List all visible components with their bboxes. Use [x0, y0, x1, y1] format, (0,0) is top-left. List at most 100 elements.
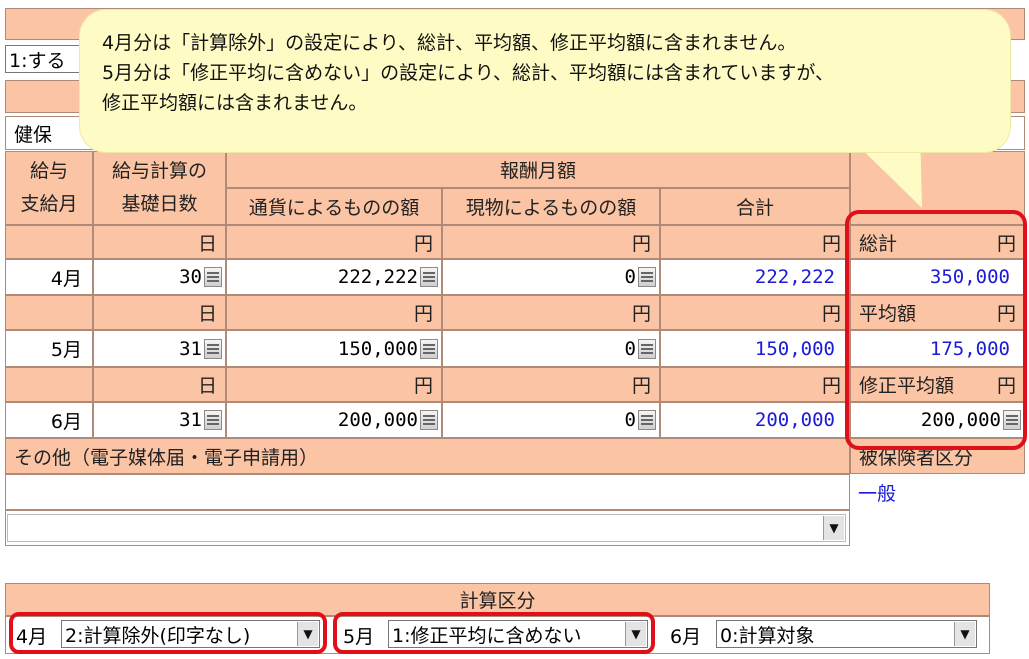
calculator-icon[interactable] — [420, 338, 438, 359]
other-label: その他（電子媒体届・電子申請用） — [14, 446, 319, 469]
total-cell-april: 222,222 — [660, 259, 850, 295]
goods-value: 0 — [624, 266, 636, 288]
days-input-june[interactable]: 31 — [93, 402, 226, 438]
other-text-field[interactable] — [5, 474, 850, 510]
top-select-value: 1:する — [9, 49, 66, 72]
unit-yen-goods-april: 円 — [442, 225, 660, 259]
calculator-icon[interactable] — [638, 410, 656, 430]
unit-row-june — [5, 367, 93, 402]
month-cell-june: 6月 — [5, 402, 93, 438]
calculator-icon[interactable] — [420, 410, 438, 430]
goods-value: 0 — [624, 409, 636, 431]
days-input-april[interactable]: 30 — [93, 259, 226, 295]
insured-category-value: 一般 — [858, 482, 897, 505]
total-value: 150,000 — [754, 337, 835, 360]
calculator-icon[interactable] — [204, 267, 222, 287]
chevron-down-icon[interactable]: ▼ — [954, 622, 975, 646]
highlight-calc-april — [9, 612, 327, 654]
unit-yen-label: 円 — [821, 375, 841, 397]
calc-item-june-label: 6月 — [670, 622, 701, 649]
calculator-icon[interactable] — [638, 338, 656, 359]
currency-value: 150,000 — [337, 337, 418, 360]
col-header-pay-month-line2: 支給月 — [20, 193, 78, 215]
insurance-label: 健保 — [14, 123, 53, 146]
unit-yen-total-june: 円 — [660, 367, 850, 402]
calc-section-title: 計算区分 — [459, 590, 536, 612]
unit-yen-goods-june: 円 — [442, 367, 660, 402]
unit-yen-label: 円 — [413, 303, 433, 325]
col-header-goods-label: 現物によるものの額 — [465, 197, 637, 219]
callout-line-2: 5月分は「修正平均に含めない」の設定により、総計、平均額には含まれていますが、 — [102, 62, 835, 84]
total-cell-may: 150,000 — [660, 330, 850, 367]
unit-row-may — [5, 295, 93, 330]
month-label: 5月 — [50, 339, 82, 361]
goods-input-june[interactable]: 0 — [442, 402, 660, 438]
unit-day-label: 日 — [197, 303, 217, 325]
col-header-currency: 通貨によるものの額 — [226, 188, 442, 225]
dropdown-arrow: ▼ — [829, 521, 839, 535]
unit-day-june: 日 — [93, 367, 226, 402]
unit-yen-label: 円 — [413, 232, 433, 255]
col-header-remuneration: 報酬月額 — [226, 151, 850, 188]
unit-yen-total-april: 円 — [660, 225, 850, 259]
days-value: 31 — [179, 337, 202, 360]
col-header-remuneration-label: 報酬月額 — [499, 160, 576, 182]
month-label: 4月 — [50, 267, 82, 290]
calculator-icon[interactable] — [420, 267, 438, 287]
unit-yen-currency-june: 円 — [226, 367, 442, 402]
col-header-pay-month-line1: 給与 — [29, 160, 68, 182]
col-header-base-days-line1: 給与計算の — [111, 160, 207, 182]
highlight-summary — [845, 210, 1027, 450]
callout-line-1: 4月分は「計算除外」の設定により、総計、平均額、修正平均額に含まれません。 — [102, 32, 797, 54]
unit-day-label: 日 — [197, 375, 217, 397]
calculator-icon[interactable] — [204, 410, 222, 430]
goods-value: 0 — [624, 337, 636, 360]
unit-yen-goods-may: 円 — [442, 295, 660, 330]
calc-select-value: 0:計算対象 — [720, 624, 815, 647]
total-value: 200,000 — [754, 409, 835, 431]
calculator-icon[interactable] — [204, 338, 222, 359]
currency-input-april[interactable]: 222,222 — [226, 259, 442, 295]
col-header-goods: 現物によるものの額 — [442, 188, 660, 225]
month-cell-may: 5月 — [5, 330, 93, 367]
unit-yen-label: 円 — [631, 303, 651, 325]
unit-yen-total-may: 円 — [660, 295, 850, 330]
col-header-pay-month: 給与 支給月 — [5, 151, 93, 225]
highlight-calc-may — [333, 612, 655, 654]
days-value: 30 — [179, 266, 202, 288]
month-label: 6月 — [50, 410, 82, 433]
col-header-total-label: 合計 — [735, 197, 774, 219]
dropdown-arrow: ▼ — [960, 627, 970, 641]
total-value: 222,222 — [754, 266, 835, 288]
col-header-base-days: 給与計算の 基礎日数 — [93, 151, 226, 225]
other-header: その他（電子媒体届・電子申請用） — [5, 438, 850, 474]
unit-day-may: 日 — [93, 295, 226, 330]
calc-select-june[interactable]: 0:計算対象 ▼ — [716, 620, 977, 648]
chevron-down-icon[interactable]: ▼ — [823, 516, 844, 540]
goods-input-april[interactable]: 0 — [442, 259, 660, 295]
month-cell-april: 4月 — [5, 259, 93, 295]
unit-yen-currency-may: 円 — [226, 295, 442, 330]
unit-yen-label: 円 — [631, 232, 651, 255]
currency-input-may[interactable]: 150,000 — [226, 330, 442, 367]
callout-bubble: 4月分は「計算除外」の設定により、総計、平均額、修正平均額に含まれません。 5月… — [80, 10, 1010, 152]
unit-day-label: 日 — [197, 232, 217, 255]
days-input-may[interactable]: 31 — [93, 330, 226, 367]
unit-yen-label: 円 — [821, 303, 841, 325]
goods-input-may[interactable]: 0 — [442, 330, 660, 367]
unit-yen-label: 円 — [821, 232, 841, 255]
unit-yen-label: 円 — [413, 375, 433, 397]
calculator-icon[interactable] — [638, 267, 656, 287]
unit-yen-currency-april: 円 — [226, 225, 442, 259]
total-cell-june: 200,000 — [660, 402, 850, 438]
insured-category-value-cell: 一般 — [858, 476, 1018, 508]
col-header-base-days-line2: 基礎日数 — [121, 193, 198, 215]
currency-value: 200,000 — [337, 409, 418, 431]
unit-day-april: 日 — [93, 225, 226, 259]
currency-value: 222,222 — [337, 266, 418, 288]
other-select[interactable]: ▼ — [7, 514, 846, 542]
unit-yen-label: 円 — [631, 375, 651, 397]
col-header-currency-label: 通貨によるものの額 — [248, 197, 420, 219]
currency-input-june[interactable]: 200,000 — [226, 402, 442, 438]
days-value: 31 — [179, 409, 202, 431]
